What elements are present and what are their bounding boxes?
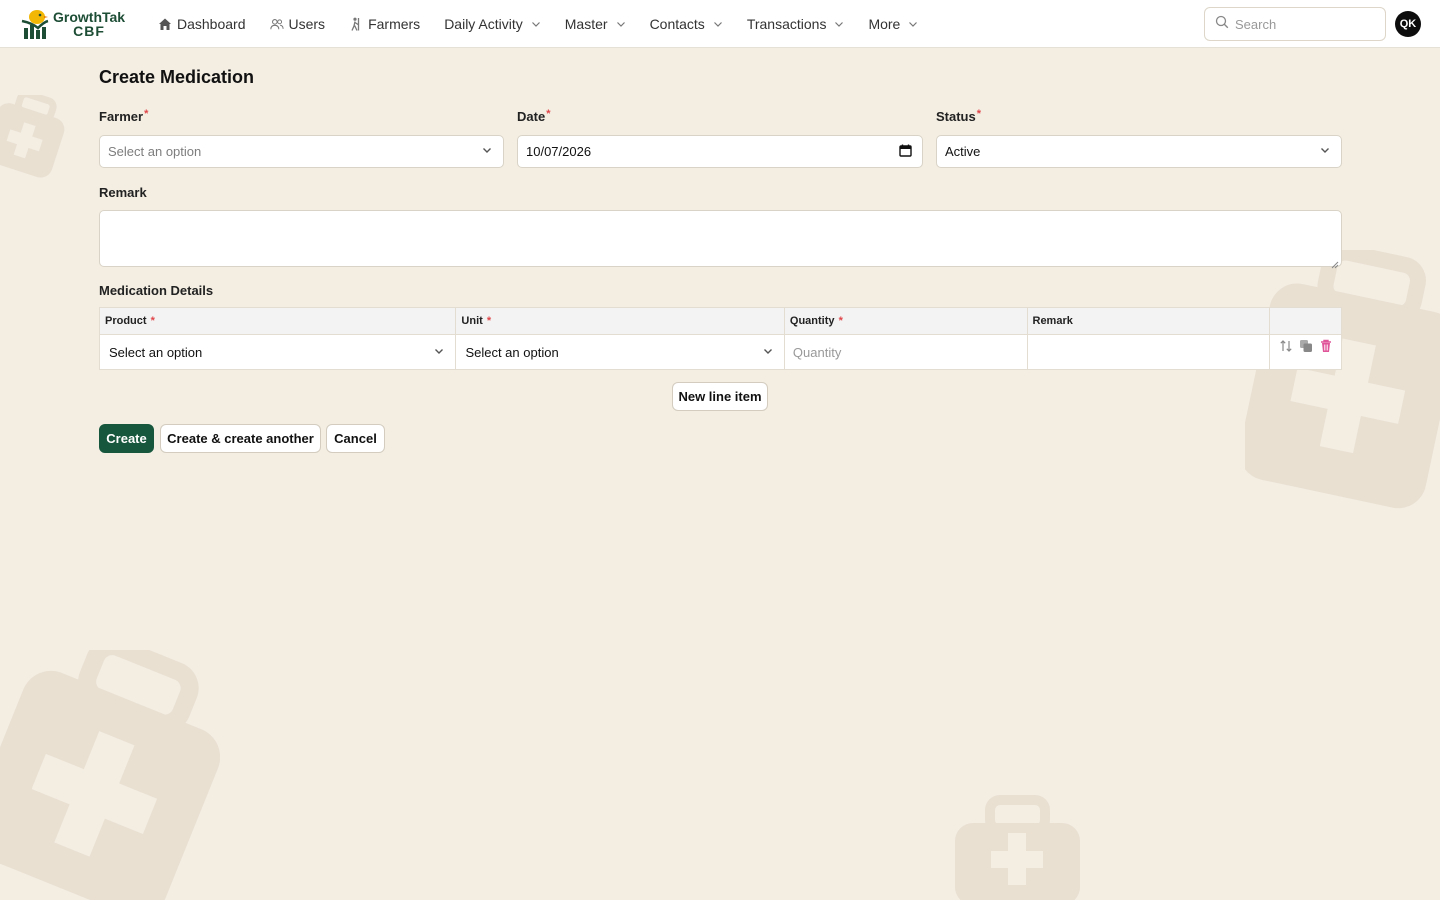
nav-label: More (868, 15, 901, 32)
nav-item-transactions[interactable]: Transactions (747, 8, 845, 40)
status-label: Status (936, 109, 976, 124)
brand-subtitle: CBF (73, 22, 105, 39)
chevron-down-icon (531, 19, 541, 29)
chevron-down-icon (1319, 144, 1331, 159)
farmer-field: Farmer* Select an option (99, 108, 504, 168)
quantity-placeholder: Quantity (792, 344, 842, 360)
cancel-button[interactable]: Cancel (326, 424, 385, 453)
nav-item-master[interactable]: Master (565, 8, 626, 40)
row-remark-input[interactable] (1028, 335, 1271, 369)
duplicate-icon[interactable] (1299, 339, 1313, 353)
nav-label: Farmers (368, 15, 421, 32)
brand-name: GrowthTak (53, 8, 126, 25)
column-header-remark: Remark (1028, 308, 1271, 334)
unit-select[interactable]: Select an option (456, 335, 785, 369)
status-select[interactable]: Active (936, 135, 1342, 168)
background-medkit-icon (1245, 250, 1440, 520)
nav-label: Daily Activity (444, 15, 523, 32)
required-marker: * (835, 315, 843, 327)
farmer-icon (349, 17, 363, 31)
nav-item-more[interactable]: More (868, 8, 918, 40)
required-marker: * (147, 315, 155, 327)
nav-item-dashboard[interactable]: Dashboard (158, 8, 246, 40)
top-navbar: GrowthTak CBF Dashboard Users Farmers Da… (0, 0, 1440, 48)
nav-item-farmers[interactable]: Farmers (349, 8, 420, 40)
background-medkit-icon (0, 650, 220, 900)
chevron-down-icon (433, 345, 445, 360)
search-icon (1215, 15, 1229, 34)
nav-label: Master (564, 15, 608, 32)
date-value: 10/07/2026 (526, 144, 592, 159)
chevron-down-icon (908, 19, 918, 29)
create-button[interactable]: Create (99, 424, 154, 453)
nav-label: Transactions (746, 15, 827, 32)
farmer-select[interactable]: Select an option (99, 135, 504, 168)
required-marker: * (483, 315, 492, 327)
date-label: Date (517, 109, 546, 124)
nav-label: Dashboard (177, 15, 246, 32)
background-medkit-icon (950, 795, 1085, 900)
chevron-down-icon (834, 19, 844, 29)
brand-logo-link[interactable]: GrowthTak CBF (20, 4, 138, 44)
row-actions (1270, 335, 1341, 369)
farmer-label: Farmer (99, 109, 144, 124)
delete-icon[interactable] (1319, 339, 1333, 353)
required-marker: * (546, 108, 551, 120)
date-field: Date* 10/07/2026 (517, 108, 923, 168)
unit-select-value: Select an option (465, 344, 559, 360)
remark-textarea[interactable] (99, 210, 1342, 269)
farmer-select-placeholder: Select an option (108, 144, 202, 159)
remark-field: Remark (99, 184, 1342, 269)
quantity-input[interactable]: Quantity (785, 335, 1028, 369)
status-field: Status* Active (936, 108, 1342, 168)
column-label: Quantity (789, 315, 835, 327)
global-search (1204, 7, 1386, 41)
home-icon (158, 17, 172, 31)
users-icon (269, 17, 284, 31)
main-nav: Dashboard Users Farmers Daily Activity M… (158, 0, 942, 48)
status-value: Active (945, 144, 981, 159)
product-select-value: Select an option (109, 344, 203, 360)
column-header-product: Product * (100, 308, 457, 334)
nav-label: Contacts (649, 15, 705, 32)
chevron-down-icon (481, 144, 493, 159)
column-header-actions (1270, 308, 1341, 334)
nav-item-users[interactable]: Users (269, 8, 326, 40)
date-input[interactable]: 10/07/2026 (517, 135, 923, 168)
user-avatar[interactable]: QK (1395, 11, 1421, 37)
remark-label: Remark (99, 185, 147, 200)
required-marker: * (976, 108, 982, 120)
column-label: Unit (461, 315, 483, 327)
medication-details-title: Medication Details (99, 283, 214, 298)
reorder-icon[interactable] (1279, 339, 1293, 353)
chevron-down-icon (762, 345, 774, 360)
column-label: Remark (1032, 315, 1073, 327)
growthtak-logo-icon (20, 8, 50, 40)
search-input[interactable] (1235, 16, 1375, 32)
new-line-item-button[interactable]: New line item (672, 382, 768, 411)
column-header-quantity: Quantity * (785, 308, 1028, 334)
nav-item-contacts[interactable]: Contacts (650, 8, 723, 40)
column-header-unit: Unit * (456, 308, 785, 334)
create-and-create-another-button[interactable]: Create & create another (160, 424, 321, 453)
chevron-down-icon (713, 19, 723, 29)
nav-item-daily-activity[interactable]: Daily Activity (444, 8, 541, 40)
background-medkit-icon (0, 95, 70, 185)
required-marker: * (144, 108, 149, 120)
medication-details-table: Product * Unit * Quantity * Remark Selec… (99, 307, 1342, 370)
calendar-icon[interactable] (899, 144, 912, 160)
table-row: Select an option Select an option Quanti… (100, 335, 1341, 369)
column-label: Product (105, 315, 147, 327)
product-select[interactable]: Select an option (100, 335, 457, 369)
nav-label: Users (288, 15, 326, 32)
table-header: Product * Unit * Quantity * Remark (100, 308, 1341, 335)
page-title: Create Medication (99, 67, 255, 87)
chevron-down-icon (616, 19, 626, 29)
resize-handle-icon[interactable] (1331, 256, 1339, 269)
